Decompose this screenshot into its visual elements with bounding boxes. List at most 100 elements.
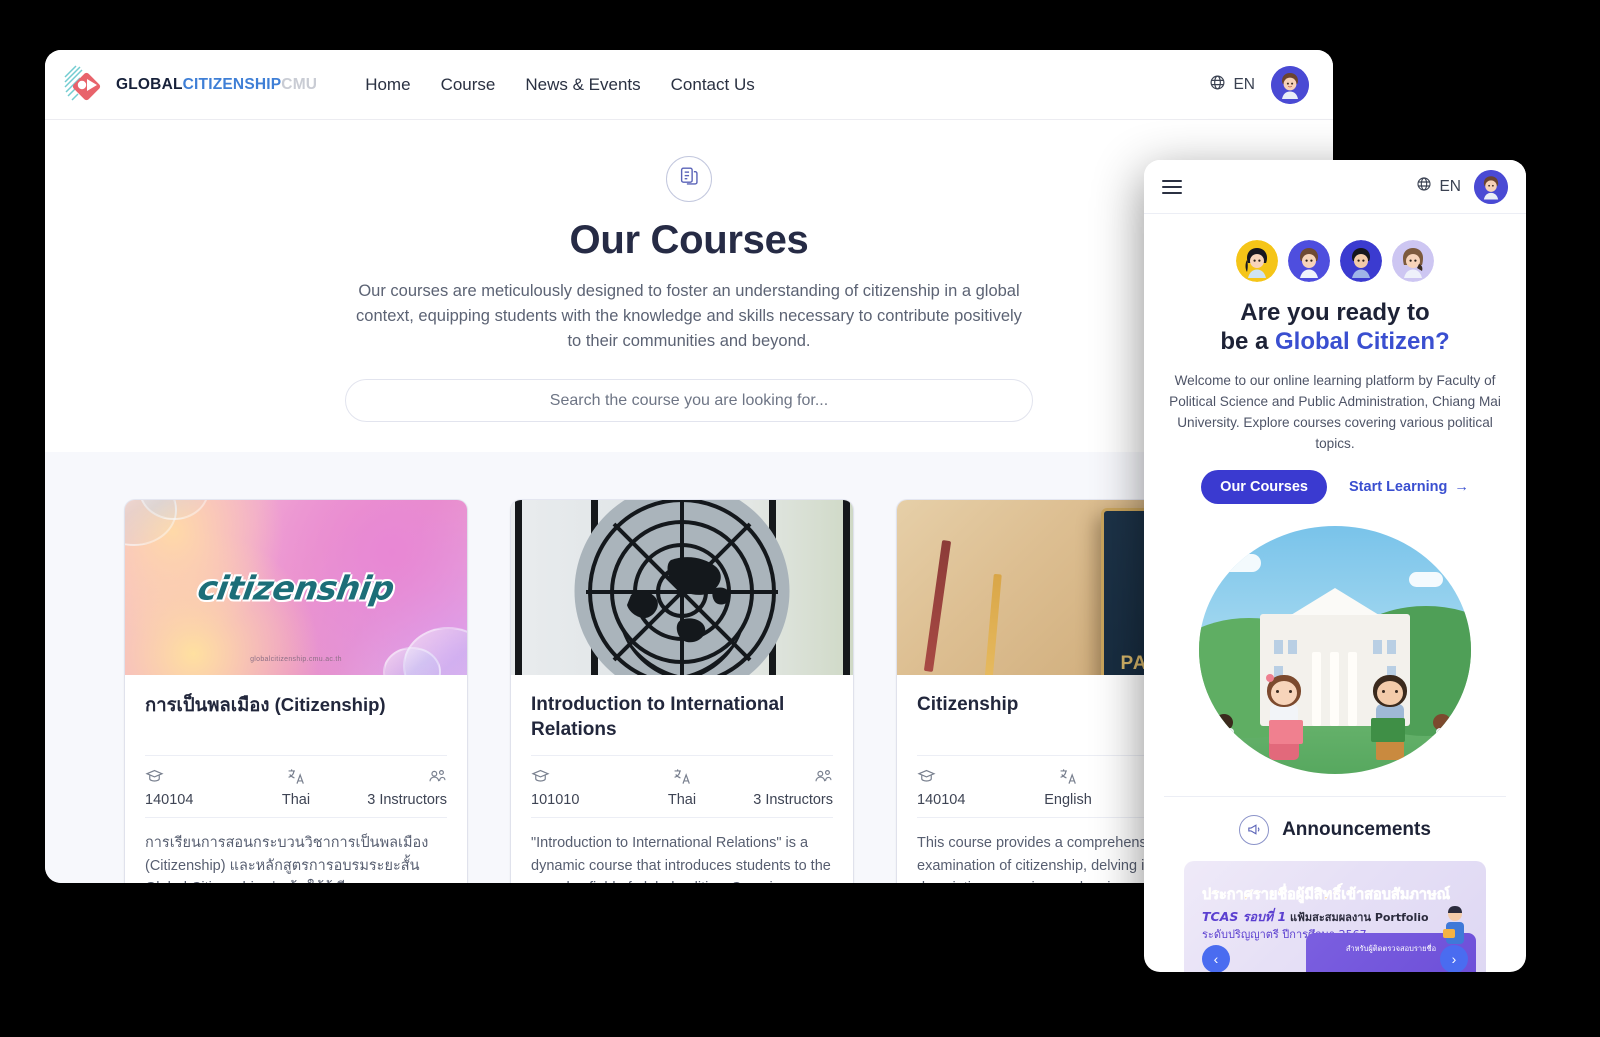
logo-wordmark: GLOBALCITIZENSHIPCMU <box>116 76 317 94</box>
course-description: การเรียนการสอนกระบวนวิชาการเป็นพลเมือง (… <box>145 835 429 883</box>
user-avatar[interactable] <box>1271 65 1309 104</box>
main-navigation: Home Course News & Events Contact Us <box>365 75 755 95</box>
student-small-right <box>1433 713 1455 744</box>
logo-text-citizenship: CITIZENSHIP <box>182 75 282 93</box>
graduation-cap-icon <box>145 767 246 787</box>
translate-icon <box>1018 767 1119 787</box>
search-box[interactable] <box>345 379 1033 423</box>
mobile-preview-window: EN Are you ready to be a Global Citizen?… <box>1144 160 1526 972</box>
hamburger-menu-icon[interactable] <box>1162 176 1182 198</box>
mobile-header: EN <box>1144 160 1526 214</box>
course-code: 101010 <box>531 792 580 809</box>
mobile-user-avatar[interactable] <box>1474 169 1508 204</box>
students-university-illustration <box>1199 525 1471 774</box>
mobile-hero-description: Welcome to our online learning platform … <box>1169 372 1501 451</box>
search-row <box>45 353 1333 453</box>
nav-item-home[interactable]: Home <box>365 75 410 95</box>
announcement-banner[interactable]: ประกาศรายชื่อผู้มีสิทธิ์เข้าสอบสัมภาษณ์ … <box>1184 860 1486 972</box>
mobile-hero-line2-accent: Global Citizen? <box>1275 328 1450 356</box>
banner-person-illustration <box>1443 905 1464 944</box>
arrow-right-icon: → <box>1454 478 1469 495</box>
avatar-student-2 <box>1288 240 1330 282</box>
avatar-row <box>1164 240 1506 282</box>
course-card-body: Introduction to International Relations … <box>511 675 853 883</box>
student-boy <box>1371 674 1407 760</box>
artwork-word: citizenship <box>195 568 397 608</box>
course-thumbnail <box>511 500 853 676</box>
site-logo[interactable]: GLOBALCITIZENSHIPCMU <box>63 63 317 107</box>
avatar-student-1 <box>1236 240 1278 282</box>
instructors-icon <box>346 767 447 787</box>
banner-portfolio: แฟ้มสะสมผลงาน Portfolio <box>1286 910 1429 924</box>
banner-line-1: ประกาศรายชื่อผู้มีสิทธิ์เข้าสอบสัมภาษณ์ <box>1202 886 1451 903</box>
student-girl <box>1266 673 1303 760</box>
nav-item-course[interactable]: Course <box>441 75 496 95</box>
course-card-list: citizenship globalcitizenship.cmu.ac.th … <box>45 500 1333 883</box>
course-card[interactable]: Introduction to International Relations … <box>511 500 853 883</box>
course-instructors-cell: 3 Instructors <box>346 767 447 808</box>
course-language: English <box>1044 792 1092 809</box>
course-thumbnail: citizenship globalcitizenship.cmu.ac.th <box>125 500 467 676</box>
mobile-hero-line2-prefix: be a <box>1220 328 1276 356</box>
carousel-next-button[interactable]: › <box>1440 944 1468 972</box>
graduation-cap-icon <box>917 767 1018 787</box>
globe-icon <box>1209 74 1226 96</box>
avatar-student-3 <box>1340 240 1382 282</box>
carousel-prev-button[interactable]: ‹ <box>1202 944 1230 972</box>
announcements-section: Announcements ประกาศรายชื่อผู้มีสิทธิ์เข… <box>1164 795 1506 972</box>
course-instructors-cell: 3 Instructors <box>732 767 833 808</box>
start-learning-label: Start Learning <box>1349 478 1448 495</box>
artwork-subtext: globalcitizenship.cmu.ac.th <box>250 656 342 664</box>
logo-text-global: GLOBAL <box>116 75 183 93</box>
search-input[interactable] <box>346 391 1032 410</box>
course-card-body: การเป็นพลเมือง (Citizenship) 140104 Thai… <box>125 675 467 883</box>
banner-line-2: TCAS รอบที่ 1 แฟ้มสะสมผลงาน Portfolio <box>1202 907 1429 927</box>
site-header: GLOBALCITIZENSHIPCMU Home Course News & … <box>45 50 1333 120</box>
course-meta: 101010 Thai 3 Instructors <box>531 755 833 819</box>
mobile-language-switcher[interactable]: EN <box>1416 176 1461 197</box>
avatar-student-4 <box>1392 240 1434 282</box>
courses-section: citizenship globalcitizenship.cmu.ac.th … <box>45 452 1333 883</box>
translate-icon <box>632 767 733 787</box>
course-meta: 140104 Thai 3 Instructors <box>145 755 447 819</box>
mobile-cta-row: Our Courses Start Learning → <box>1164 469 1506 504</box>
course-code-cell: 140104 <box>145 767 246 808</box>
mobile-hero-line1: Are you ready to <box>1240 299 1430 326</box>
course-instructors: 3 Instructors <box>367 792 448 809</box>
course-language-cell: Thai <box>246 767 347 808</box>
logo-diamond-icon <box>63 63 107 107</box>
documents-icon <box>679 166 700 192</box>
student-small-left <box>1215 713 1237 744</box>
documents-badge <box>666 156 712 202</box>
mobile-hero-line2: be a Global Citizen? <box>1164 327 1506 356</box>
course-card[interactable]: citizenship globalcitizenship.cmu.ac.th … <box>125 500 467 883</box>
nav-item-contact-us[interactable]: Contact Us <box>671 75 755 95</box>
course-title: Introduction to International Relations <box>531 694 785 740</box>
course-language-cell: English <box>1018 767 1119 808</box>
our-courses-button[interactable]: Our Courses <box>1201 469 1328 504</box>
course-instructors: 3 Instructors <box>753 792 834 809</box>
course-title: การเป็นพลเมือง (Citizenship) <box>145 694 386 716</box>
course-language-cell: Thai <box>632 767 733 808</box>
megaphone-icon <box>1239 814 1270 845</box>
header-actions: EN <box>1209 65 1309 104</box>
start-learning-link[interactable]: Start Learning → <box>1349 479 1469 495</box>
announcements-title: Announcements <box>1282 818 1431 840</box>
page-title: Our Courses <box>569 218 809 262</box>
un-emblem-artwork <box>511 500 853 676</box>
language-switcher[interactable]: EN <box>1209 74 1255 96</box>
translate-icon <box>246 767 347 787</box>
banner-tcas-round: TCAS รอบที่ 1 <box>1202 908 1287 924</box>
citizenship-artwork: citizenship globalcitizenship.cmu.ac.th <box>125 500 467 676</box>
announcements-header: Announcements <box>1184 814 1486 845</box>
graduation-cap-icon <box>531 767 632 787</box>
nav-item-news-events[interactable]: News & Events <box>525 75 640 95</box>
course-code-cell: 140104 <box>917 767 1018 808</box>
course-code: 140104 <box>145 792 194 809</box>
desktop-browser-window: GLOBALCITIZENSHIPCMU Home Course News & … <box>45 50 1333 883</box>
screenshot-stage: GLOBALCITIZENSHIPCMU Home Course News & … <box>0 0 1600 1037</box>
course-code: 140104 <box>917 792 966 809</box>
course-code-cell: 101010 <box>531 767 632 808</box>
mobile-hero-title: Are you ready to be a Global Citizen? <box>1164 298 1506 357</box>
mobile-language-label: EN <box>1439 177 1461 195</box>
